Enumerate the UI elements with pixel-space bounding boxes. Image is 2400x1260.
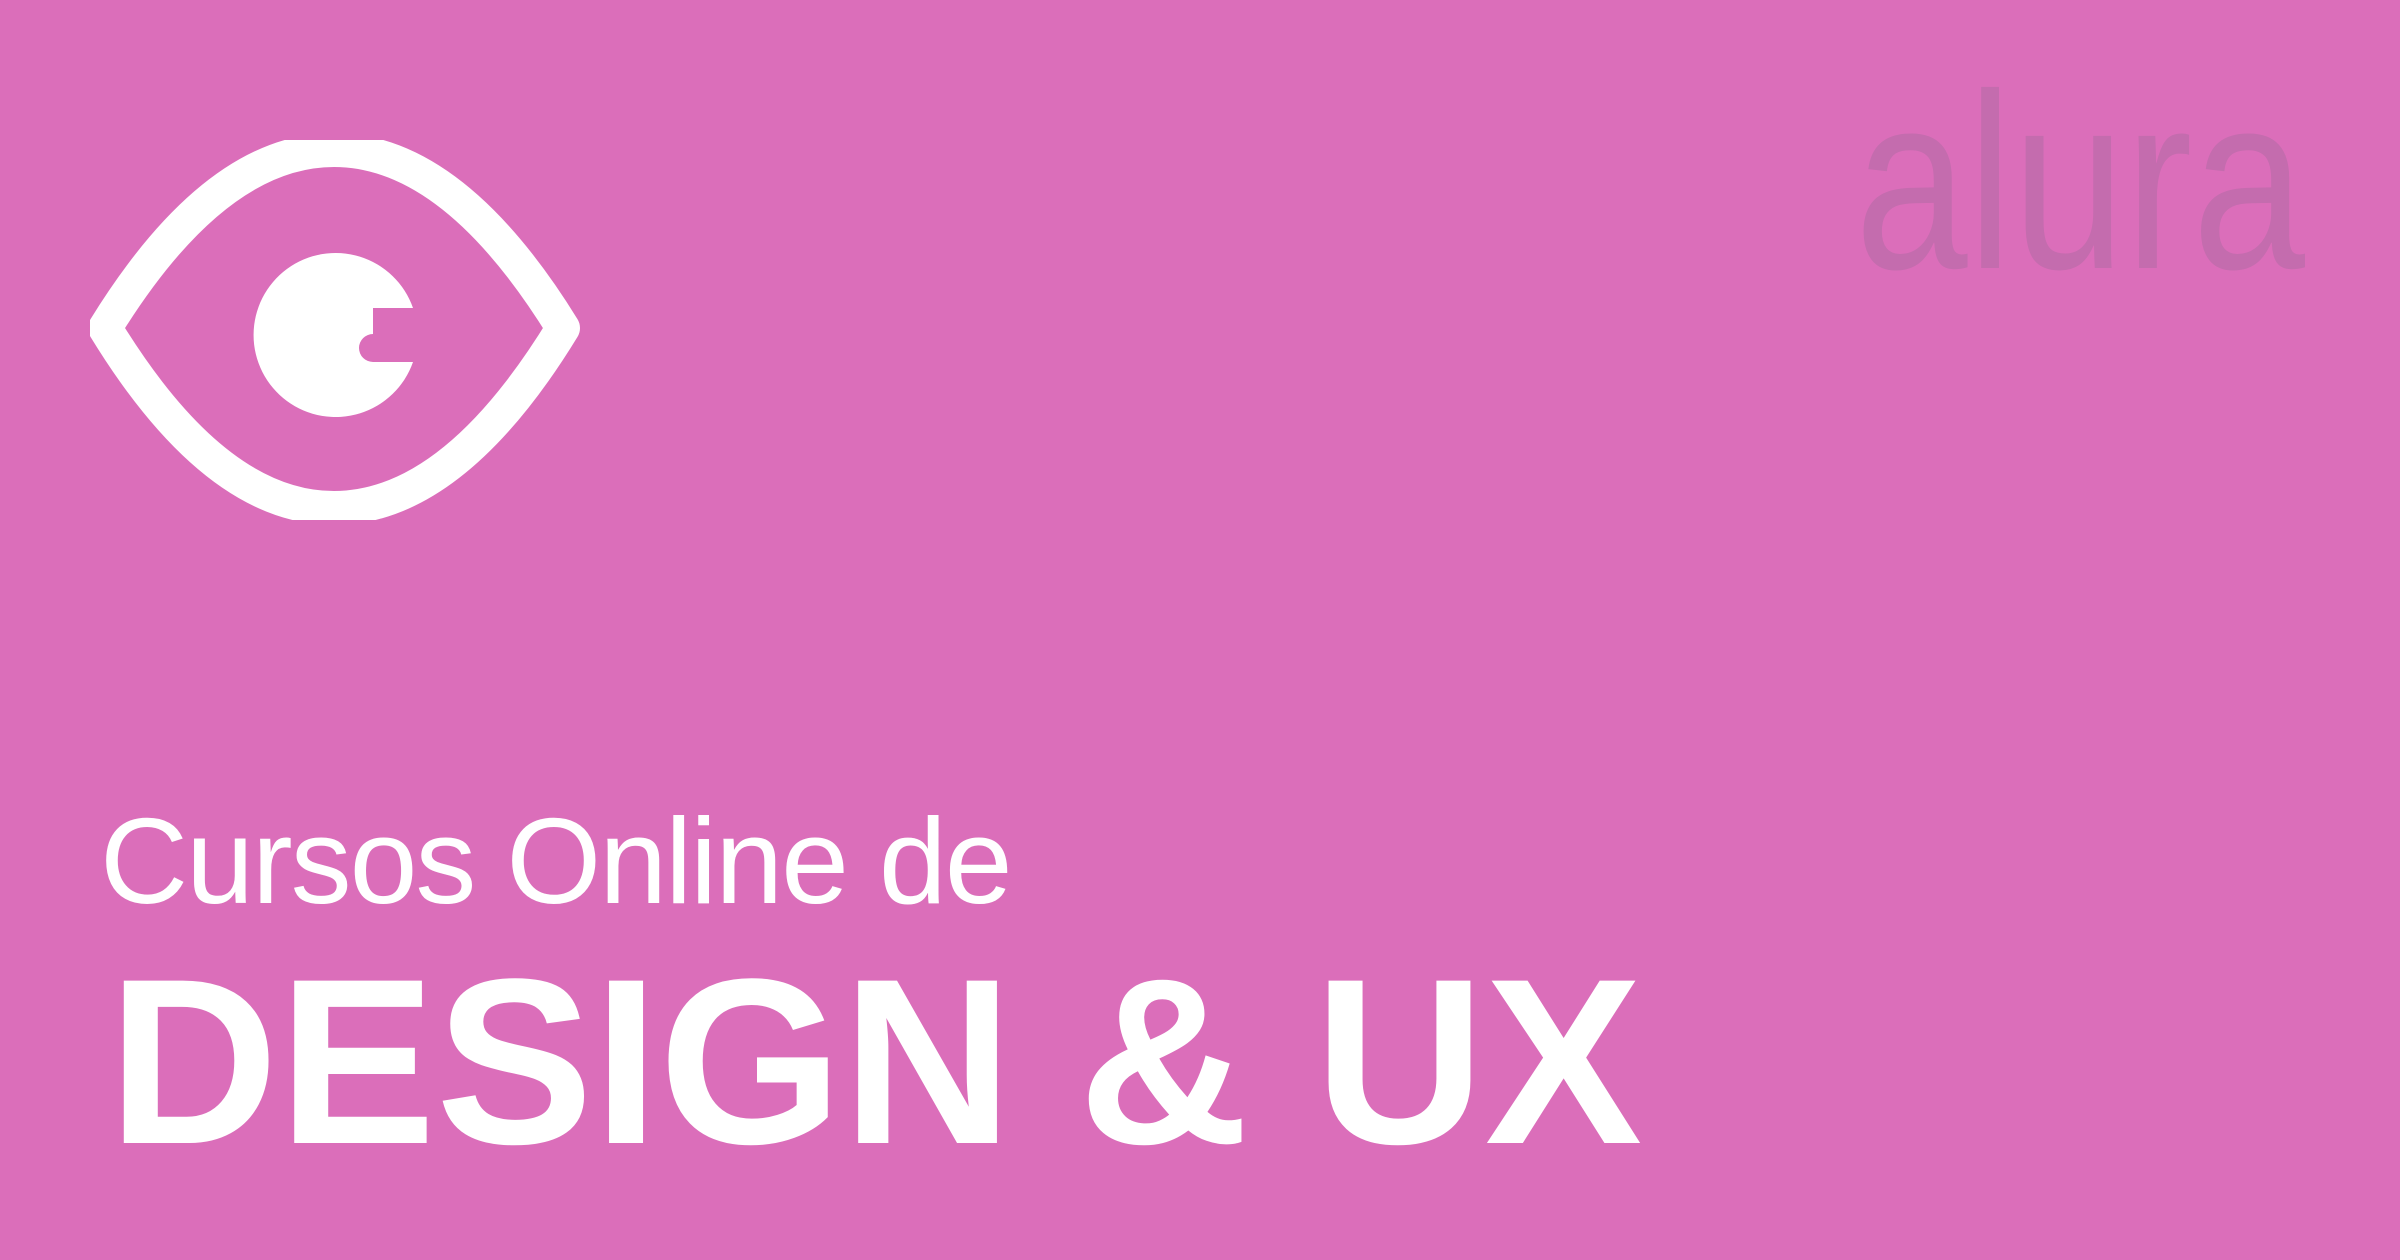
eye-icon — [90, 140, 580, 520]
subtitle: Cursos Online de — [100, 793, 1013, 929]
svg-text:alura: alura — [1855, 60, 2306, 280]
alura-logo: alura — [1855, 60, 2306, 280]
page-title: DESIGN & UX — [108, 930, 1643, 1194]
